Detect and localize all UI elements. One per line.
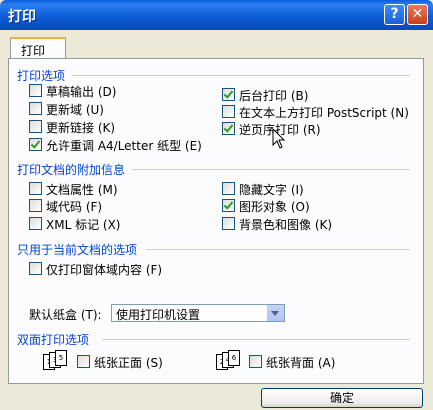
default-tray-value: 使用打印机设置 <box>116 308 201 322</box>
checkbox-box[interactable] <box>77 355 90 368</box>
checkbox-box[interactable] <box>222 217 235 230</box>
print-dialog: 打印 ? ✕ 打印 打印选项 草稿输出 (D) 更新域 (U) 更新链接 (K)… <box>0 0 433 410</box>
checkbox-label: 允许重调 A4/Letter 纸型 (E) <box>46 139 202 153</box>
section-print-options-header: 打印选项 <box>17 69 66 83</box>
tab-print[interactable]: 打印 <box>10 37 66 59</box>
checkbox-label: 更新域 (U) <box>46 103 104 117</box>
checkbox-box[interactable] <box>249 355 262 368</box>
checkbox-label: 背景色和图像 (K) <box>239 218 333 232</box>
checkbox-box[interactable] <box>222 199 235 212</box>
checkbox-box[interactable] <box>222 122 235 135</box>
checkbox-label: 仅打印窗体域内容 (F) <box>46 263 163 277</box>
help-button[interactable]: ? <box>384 4 405 25</box>
checkbox-label: XML 标记 (X) <box>46 218 121 232</box>
checkbox-label: 草稿输出 (D) <box>46 85 117 99</box>
checkbox-box[interactable] <box>29 262 42 275</box>
ok-button[interactable]: 确定 <box>261 388 423 408</box>
checkbox-box[interactable] <box>29 84 42 97</box>
checkbox-box[interactable] <box>222 88 235 101</box>
close-button[interactable]: ✕ <box>407 4 428 25</box>
section-current-doc-header: 只用于当前文档的选项 <box>17 243 138 257</box>
checkbox-box[interactable] <box>29 102 42 115</box>
tab-print-label: 打印 <box>21 44 46 58</box>
default-tray-label: 默认纸盒 (T): <box>29 308 102 322</box>
chevron-down-icon[interactable] <box>266 305 284 321</box>
divider <box>72 75 410 76</box>
checkbox-box[interactable] <box>29 120 42 133</box>
section-extra-info-header: 打印文档的附加信息 <box>17 163 126 177</box>
ok-button-label: 确定 <box>329 391 354 405</box>
page-glyph: 5 <box>55 350 67 366</box>
checkbox-label: 隐藏文字 (I) <box>239 183 304 197</box>
checkbox-box[interactable] <box>222 182 235 195</box>
divider <box>132 169 410 170</box>
checkbox-label: 域代码 (F) <box>46 200 103 214</box>
page-glyph: 6 <box>228 350 240 366</box>
checkbox-box[interactable] <box>29 182 42 195</box>
default-tray-select[interactable]: 使用打印机设置 <box>111 304 285 322</box>
mouse-pointer-icon <box>272 128 286 149</box>
checkbox-label: 后台打印 (B) <box>239 89 309 103</box>
duplex-front-icon: 1 3 5 <box>43 350 67 370</box>
checkbox-label: 文档属性 (M) <box>46 183 118 197</box>
checkbox-box[interactable] <box>29 138 42 151</box>
duplex-back-icon: 2 4 6 <box>216 350 240 370</box>
checkbox-label: 更新链接 (K) <box>46 121 116 135</box>
checkbox-box[interactable] <box>29 199 42 212</box>
checkbox-box[interactable] <box>222 105 235 118</box>
divider <box>102 339 410 340</box>
divider <box>146 249 410 250</box>
checkbox-label: 图形对象 (O) <box>239 200 310 214</box>
checkbox-box[interactable] <box>29 217 42 230</box>
checkbox-label: 在文本上方打印 PostScript (N) <box>239 106 409 120</box>
title-bar: 打印 ? ✕ <box>0 0 433 30</box>
checkbox-label: 纸张正面 (S) <box>94 356 163 370</box>
window-title: 打印 <box>8 9 36 25</box>
section-duplex-header: 双面打印选项 <box>17 333 90 347</box>
checkbox-label: 纸张背面 (A) <box>266 356 336 370</box>
